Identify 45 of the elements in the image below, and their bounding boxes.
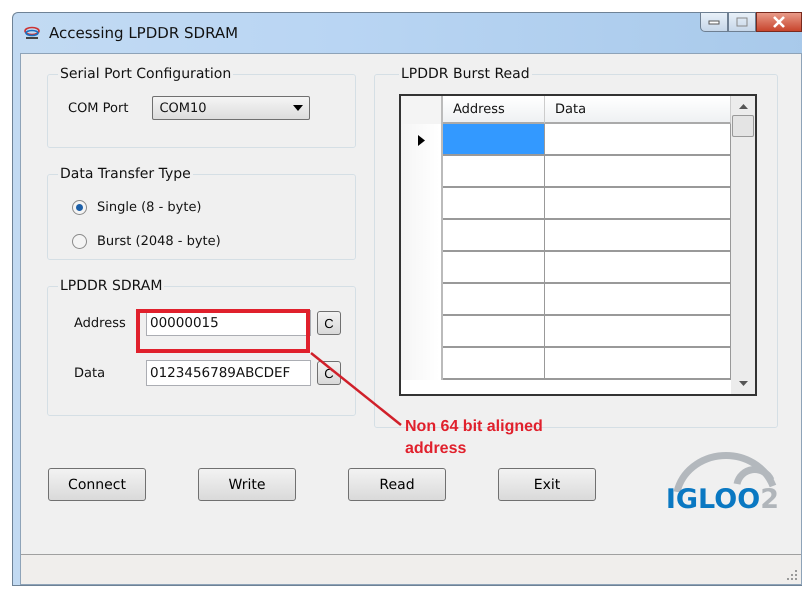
field-label: COM Port (68, 100, 128, 116)
table-cell[interactable] (443, 252, 545, 284)
close-icon (772, 16, 786, 28)
resize-grip-icon[interactable] (787, 570, 797, 580)
radio-button[interactable] (72, 200, 87, 214)
row-header[interactable] (401, 124, 443, 156)
table-cell[interactable] (443, 156, 545, 188)
group-title: Serial Port Configuration (59, 66, 232, 82)
action-button[interactable]: Read (348, 468, 446, 501)
maximize-button[interactable] (728, 12, 756, 32)
group-title: LPDDR SDRAM (59, 278, 164, 294)
maximize-icon (736, 17, 748, 27)
table-cell[interactable] (443, 188, 545, 220)
scroll-thumb[interactable] (732, 115, 754, 137)
group-title: LPDDR Burst Read (400, 66, 531, 82)
caret-icon (293, 105, 304, 111)
app-icon (23, 25, 41, 41)
radio-option[interactable]: Single (8 - byte) (58, 190, 345, 224)
table-cell[interactable] (443, 220, 545, 252)
column-header[interactable]: Data (545, 96, 731, 124)
table-cell[interactable] (443, 284, 545, 316)
com-port-dropdown[interactable]: COM10 (152, 96, 310, 120)
vertical-scrollbar[interactable] (731, 96, 755, 394)
scroll-down-icon (738, 381, 748, 386)
radio-button[interactable] (72, 234, 87, 248)
action-button[interactable]: Connect (48, 468, 146, 501)
window-title: Accessing LPDDR SDRAM (49, 24, 238, 42)
table-cell[interactable] (443, 316, 545, 348)
annotation-text: Non 64 bit aligned address (405, 417, 543, 460)
close-button[interactable] (756, 12, 802, 32)
field-label: Address (73, 316, 127, 330)
logo-text: IGLOO2 (666, 484, 779, 515)
group-title: Data Transfer Type (59, 166, 192, 182)
table-cell[interactable] (443, 124, 545, 156)
clear-button[interactable]: C (317, 311, 341, 335)
action-button[interactable]: Write (198, 468, 296, 501)
input-field[interactable]: 0123456789ABCDEF (146, 360, 311, 386)
action-button[interactable]: Exit (498, 468, 596, 501)
scroll-up-icon (738, 104, 748, 109)
radio-option[interactable]: Burst (2048 - byte) (58, 224, 345, 258)
field-label: Data (73, 366, 106, 380)
minimize-button[interactable] (700, 12, 728, 32)
minimize-icon (708, 19, 720, 25)
column-header[interactable]: Address (443, 96, 545, 124)
table-cell[interactable] (443, 348, 545, 380)
